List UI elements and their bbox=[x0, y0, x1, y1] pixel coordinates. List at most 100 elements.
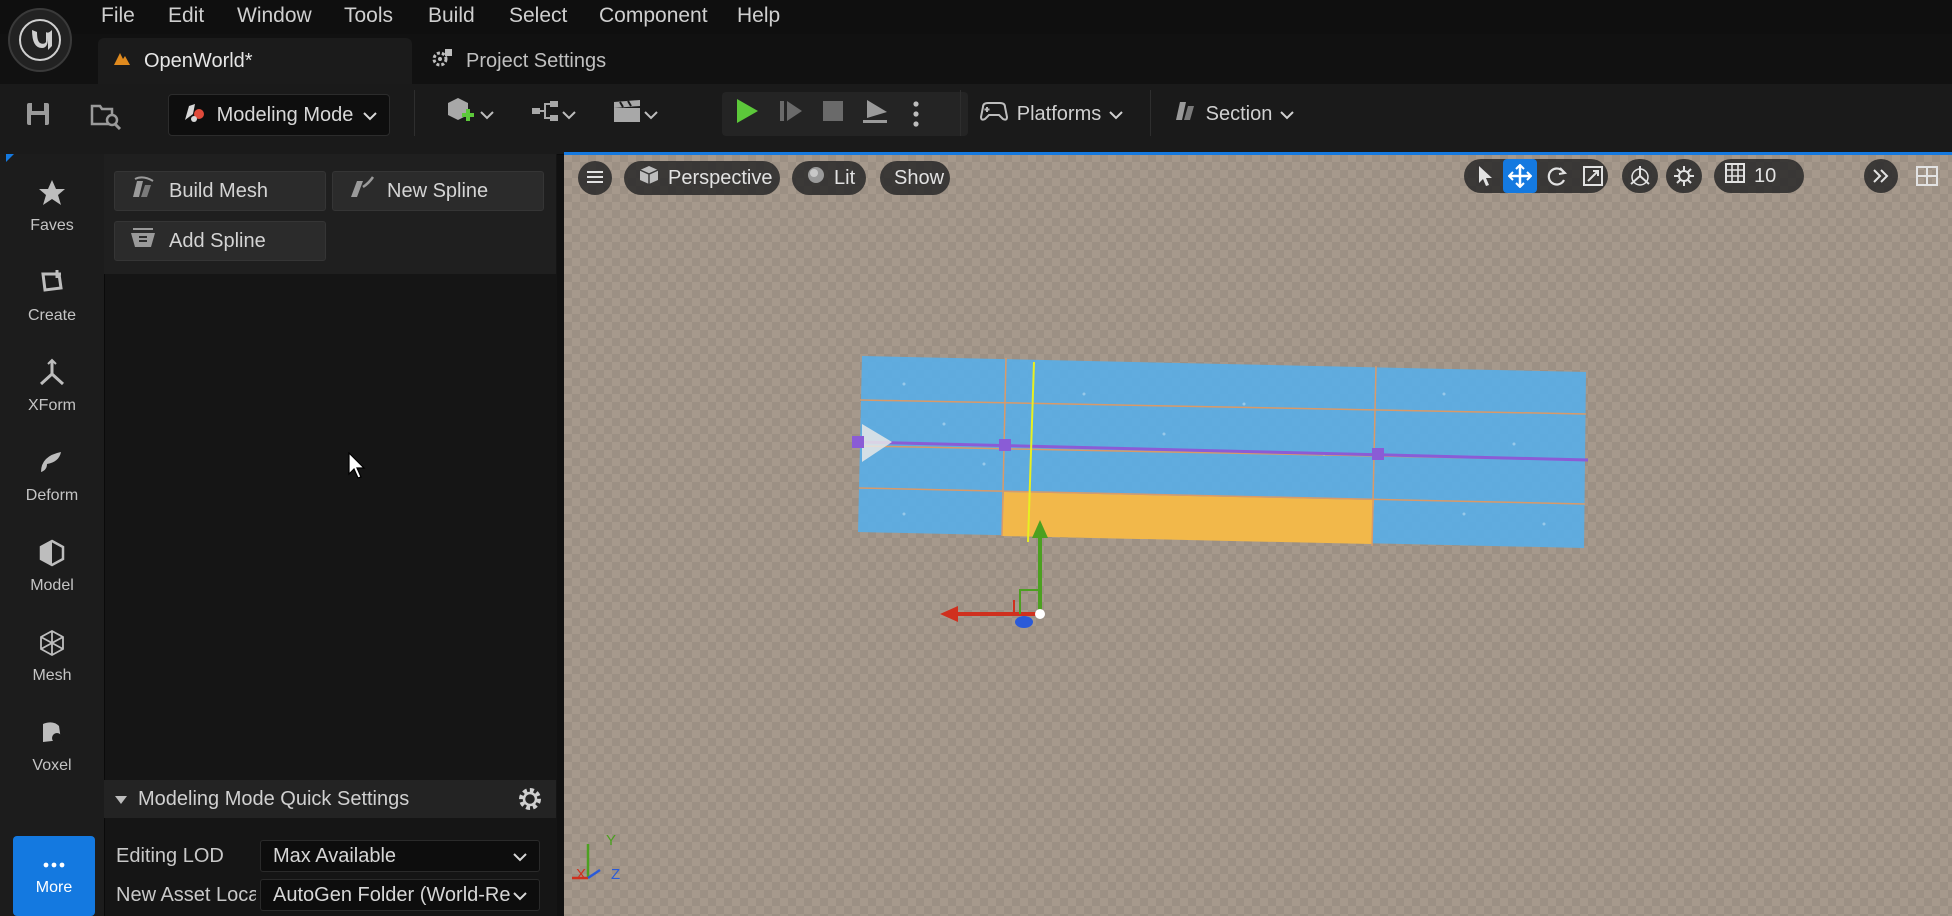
expand-toolbar-icon[interactable] bbox=[1864, 159, 1898, 193]
quick-settings-title: Modeling Mode Quick Settings bbox=[138, 787, 410, 810]
chevron-down-icon bbox=[644, 103, 658, 126]
mode-create[interactable]: Create bbox=[0, 268, 104, 325]
editing-lod-select[interactable]: Max Available bbox=[260, 840, 540, 872]
mode-label: Modeling Mode bbox=[216, 103, 354, 126]
select-value: AutoGen Folder (World-Re bbox=[273, 883, 511, 906]
model-icon bbox=[37, 538, 67, 573]
mode-xform[interactable]: XForm bbox=[0, 358, 104, 415]
step-forward-icon bbox=[778, 98, 804, 130]
spline-point[interactable] bbox=[852, 436, 864, 448]
new-asset-location-select[interactable]: AutoGen Folder (World-Re bbox=[260, 879, 540, 911]
xform-icon bbox=[37, 358, 67, 393]
mode-label: Model bbox=[30, 577, 74, 594]
build-mesh-button[interactable]: Build Mesh bbox=[114, 171, 326, 211]
menu-edit[interactable]: Edit bbox=[168, 4, 204, 28]
mode-model[interactable]: Model bbox=[0, 538, 104, 595]
mode-label: Voxel bbox=[32, 757, 72, 774]
new-asset-location-label: New Asset Loca bbox=[116, 884, 256, 906]
viewport-layout-icon[interactable] bbox=[1910, 159, 1944, 193]
mode-label: Faves bbox=[30, 217, 74, 234]
platforms-dropdown[interactable]: Platforms bbox=[976, 96, 1126, 132]
cube-icon bbox=[638, 164, 660, 192]
editing-lod-label: Editing LOD bbox=[116, 845, 224, 867]
scale-mode-icon[interactable] bbox=[1576, 159, 1610, 193]
chevron-down-icon bbox=[513, 884, 527, 907]
sphere-icon bbox=[806, 165, 826, 191]
more-button[interactable]: More bbox=[13, 836, 95, 916]
menu-window[interactable]: Window bbox=[237, 4, 312, 28]
show-dropdown[interactable]: Show bbox=[880, 161, 950, 195]
tab-project-settings[interactable]: Project Settings bbox=[416, 38, 656, 84]
select-mode-icon[interactable] bbox=[1468, 159, 1502, 193]
scene-canvas bbox=[572, 356, 1589, 880]
chevron-down-icon bbox=[1280, 103, 1295, 126]
blueprint-button[interactable] bbox=[524, 96, 582, 132]
add-spline-button[interactable]: Add Spline bbox=[114, 221, 326, 261]
chevron-down-icon bbox=[480, 103, 494, 126]
save-icon[interactable] bbox=[22, 98, 54, 130]
section-dropdown[interactable]: Section bbox=[1168, 96, 1296, 132]
grid-icon bbox=[1724, 162, 1746, 190]
level-icon bbox=[112, 49, 132, 73]
mode-deform[interactable]: Deform bbox=[0, 448, 104, 505]
toolbar-divider bbox=[960, 90, 961, 136]
collapse-triangle-icon bbox=[114, 788, 128, 811]
settings-icon bbox=[430, 47, 454, 75]
viewport-options-button[interactable] bbox=[578, 161, 612, 195]
gear-icon[interactable] bbox=[514, 783, 546, 815]
blueprint-icon bbox=[530, 99, 562, 129]
menu-select[interactable]: Select bbox=[509, 4, 567, 28]
section-label: Section bbox=[1205, 102, 1273, 125]
create-icon bbox=[37, 268, 67, 303]
menu-component[interactable]: Component bbox=[599, 4, 708, 28]
menu-tools[interactable]: Tools bbox=[344, 4, 393, 28]
eject-icon bbox=[861, 98, 889, 130]
more-options-icon[interactable] bbox=[904, 96, 928, 132]
selected-face[interactable] bbox=[1002, 492, 1374, 544]
menu-help[interactable]: Help bbox=[737, 4, 780, 28]
section-icon bbox=[1170, 98, 1198, 130]
mode-voxel[interactable]: Voxel bbox=[0, 718, 104, 775]
surface-snap-icon[interactable] bbox=[1666, 159, 1702, 193]
eject-button[interactable] bbox=[858, 96, 892, 132]
axis-z-label: Z bbox=[611, 866, 621, 883]
new-spline-button[interactable]: New Spline bbox=[332, 171, 544, 211]
chevron-down-icon bbox=[562, 103, 576, 126]
hamburger-icon bbox=[586, 167, 604, 190]
world-local-icon[interactable] bbox=[1622, 159, 1658, 193]
content-browser-icon[interactable] bbox=[88, 98, 124, 132]
more-label: More bbox=[35, 879, 73, 896]
play-icon bbox=[734, 97, 760, 131]
rotate-mode-icon[interactable] bbox=[1540, 159, 1574, 193]
spline-point[interactable] bbox=[999, 439, 1011, 451]
play-button[interactable] bbox=[730, 96, 764, 132]
grid-snap-toggle[interactable]: 10 bbox=[1714, 159, 1804, 193]
add-actor-button[interactable] bbox=[440, 96, 498, 132]
deform-icon bbox=[37, 448, 67, 483]
unreal-logo[interactable] bbox=[8, 8, 72, 72]
mode-mesh[interactable]: Mesh bbox=[0, 628, 104, 685]
ellipsis-icon bbox=[43, 855, 65, 873]
new-spline-icon bbox=[347, 175, 375, 207]
toolbar-divider bbox=[1150, 90, 1151, 136]
cinematics-button[interactable] bbox=[606, 96, 664, 132]
spline-point[interactable] bbox=[1372, 448, 1384, 460]
mode-faves[interactable]: Faves bbox=[0, 178, 104, 235]
menu-file[interactable]: File bbox=[101, 4, 135, 28]
tab-openworld[interactable]: OpenWorld* bbox=[98, 38, 412, 84]
clapperboard-icon bbox=[612, 98, 644, 130]
quick-settings-header[interactable]: Modeling Mode Quick Settings bbox=[104, 780, 556, 818]
tool-label: Build Mesh bbox=[169, 179, 268, 202]
modeling-mode-dropdown[interactable]: Modeling Mode bbox=[168, 94, 390, 136]
build-mesh-icon bbox=[129, 175, 157, 207]
mode-label: Create bbox=[27, 307, 77, 324]
stop-button[interactable] bbox=[816, 96, 850, 132]
mesh-icon bbox=[37, 628, 67, 663]
translate-mode-icon[interactable] bbox=[1503, 159, 1537, 193]
perspective-dropdown[interactable]: Perspective bbox=[624, 161, 780, 195]
menu-build[interactable]: Build bbox=[428, 4, 475, 28]
lit-dropdown[interactable]: Lit bbox=[792, 161, 866, 195]
advance-frame-button[interactable] bbox=[774, 96, 808, 132]
star-icon bbox=[37, 178, 67, 213]
gamepad-icon bbox=[979, 99, 1009, 129]
